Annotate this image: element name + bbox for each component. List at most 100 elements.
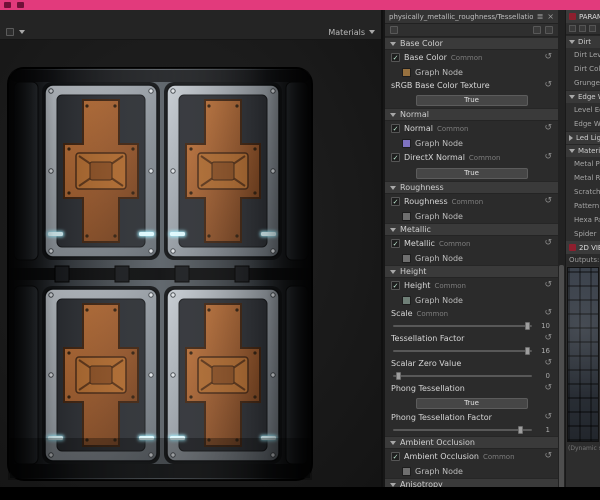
graph-node-chip[interactable]: Graph Node [385, 65, 558, 79]
graph-node-chip[interactable]: Graph Node [385, 136, 558, 150]
graph-node-chip[interactable]: Graph Node [385, 293, 558, 307]
viewport-menu-chevron-icon[interactable] [19, 30, 25, 34]
section-anisotropy[interactable]: Anisotropy [385, 478, 558, 487]
reset-icon[interactable]: ↺ [544, 413, 552, 422]
reset-icon[interactable]: ↺ [544, 153, 552, 162]
directx-true-button[interactable]: True [415, 167, 528, 179]
rp-item[interactable]: Grunge [566, 76, 600, 90]
panel-close-icon[interactable]: × [547, 12, 554, 21]
rp-item[interactable]: Metal Ro [566, 171, 600, 185]
srgb-true-button[interactable]: True [415, 94, 528, 106]
section-title: Metallic [400, 225, 431, 234]
lock-icon[interactable] [569, 25, 576, 32]
rp-section-dirt[interactable]: Dirt [566, 35, 600, 48]
slider-handle[interactable] [525, 322, 531, 330]
slider-handle[interactable] [525, 347, 531, 355]
rp-item[interactable]: Edge We [566, 117, 600, 131]
section-ambient-occlusion[interactable]: Ambient Occlusion [385, 436, 558, 449]
scalar-zero-slider[interactable]: 0 [385, 370, 558, 382]
param-name: Metallic [404, 239, 435, 248]
rp-item[interactable]: Level Ed [566, 103, 600, 117]
section-metallic[interactable]: Metallic [385, 223, 558, 236]
directx-normal-checkbox[interactable]: ✓ [391, 153, 400, 162]
item-label: Hexa Pa [574, 216, 600, 224]
param-row-ao: ✓ Ambient Occlusion Common ↺ [385, 449, 558, 464]
section-normal[interactable]: Normal [385, 108, 558, 121]
slider-track[interactable] [393, 322, 532, 330]
viewport-3d[interactable]: Materials [0, 10, 383, 487]
viewport-display-icon[interactable] [6, 28, 14, 36]
rp-item[interactable]: Hexa Pa [566, 213, 600, 227]
view2d-header[interactable]: 2D VIE [566, 241, 600, 254]
materials-dropdown[interactable]: Materials [328, 28, 375, 37]
section-title: Dirt [578, 38, 591, 46]
rp-section-material[interactable]: Material C [566, 144, 600, 157]
window-menu-icon[interactable] [17, 2, 24, 8]
tessellation-factor-slider[interactable]: 16 [385, 345, 558, 357]
item-label: Dirt Col [574, 65, 600, 73]
graph-node-chip[interactable]: Graph Node [385, 209, 558, 223]
reset-icon[interactable]: ↺ [544, 334, 552, 343]
roughness-checkbox[interactable]: ✓ [391, 197, 400, 206]
rp-section-edge-wear[interactable]: Edge Wea [566, 90, 600, 103]
slider-handle[interactable] [395, 372, 401, 380]
viewport-canvas[interactable] [0, 40, 381, 487]
rp-section-led-lights[interactable]: Led Light [566, 131, 600, 144]
height-checkbox[interactable]: ✓ [391, 281, 400, 290]
footer-label: (Dynamic size [568, 444, 600, 452]
rp-item[interactable]: Dirt Col [566, 62, 600, 76]
graph-node-chip[interactable]: Graph Node [385, 251, 558, 265]
tessellation-factor-row: Tessellation Factor ↺ [385, 332, 558, 345]
phong-true-button[interactable]: True [415, 397, 528, 409]
reset-icon[interactable]: ↺ [544, 81, 552, 90]
section-height[interactable]: Height [385, 265, 558, 278]
reset-icon[interactable]: ↺ [544, 452, 552, 461]
section-title: Ambient Occlusion [400, 438, 475, 447]
outputs-dropdown[interactable]: Outputs: [566, 254, 600, 266]
metallic-checkbox[interactable]: ✓ [391, 239, 400, 248]
graph-node-chip[interactable]: Graph Node [385, 464, 558, 478]
rp-item[interactable]: Pattern [566, 199, 600, 213]
app-logo-icon[interactable] [4, 2, 11, 8]
settings-icon[interactable] [589, 25, 596, 32]
rp-item[interactable]: Spider [566, 227, 600, 241]
grid-view-icon[interactable] [533, 26, 541, 34]
rp-item[interactable]: Dirt Lev [566, 48, 600, 62]
slider-handle[interactable] [518, 426, 524, 434]
outputs-label: Outputs: [569, 256, 600, 264]
chevron-down-icon [390, 112, 396, 117]
slider-track[interactable] [393, 426, 532, 434]
reset-icon[interactable]: ↺ [544, 309, 552, 318]
properties-scrollbar[interactable] [558, 10, 565, 490]
rp-item[interactable]: Metal Pa [566, 157, 600, 171]
normal-node-icon [402, 138, 411, 148]
section-title: Height [400, 267, 427, 276]
phong-factor-slider[interactable]: 1 [385, 424, 558, 436]
ao-checkbox[interactable]: ✓ [391, 452, 400, 461]
slider-value: 10 [541, 322, 550, 330]
reset-icon[interactable]: ↺ [544, 281, 552, 290]
slider-value: 0 [545, 372, 550, 380]
base-color-checkbox[interactable]: ✓ [391, 53, 400, 62]
lock-icon[interactable] [390, 26, 398, 34]
item-label: Dirt Lev [574, 51, 600, 59]
reset-icon[interactable]: ↺ [544, 239, 552, 248]
scrollbar-handle[interactable] [559, 265, 564, 490]
reset-icon[interactable]: ↺ [544, 384, 552, 393]
filter-icon[interactable] [545, 26, 553, 34]
panel-menu-icon[interactable]: ≣ [537, 12, 544, 21]
reset-icon[interactable]: ↺ [544, 197, 552, 206]
scale-slider[interactable]: 10 [385, 320, 558, 332]
pin-icon[interactable] [579, 25, 586, 32]
section-roughness[interactable]: Roughness [385, 181, 558, 194]
section-title: Normal [400, 110, 429, 119]
slider-track[interactable] [393, 372, 532, 380]
reset-icon[interactable]: ↺ [544, 53, 552, 62]
reset-icon[interactable]: ↺ [544, 359, 552, 368]
slider-track[interactable] [393, 347, 532, 355]
rp-item[interactable]: Scratch [566, 185, 600, 199]
section-base-color[interactable]: Base Color [385, 37, 558, 50]
reset-icon[interactable]: ↺ [544, 124, 552, 133]
normal-checkbox[interactable]: ✓ [391, 124, 400, 133]
texture-2d-preview[interactable] [567, 267, 599, 442]
